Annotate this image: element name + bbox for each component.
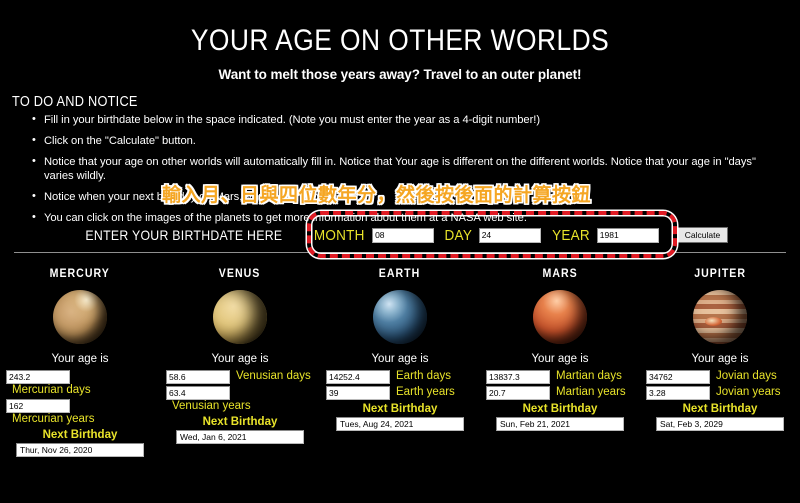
next-birthday-label: Next Birthday — [362, 403, 438, 415]
next-birthday-label: Next Birthday — [202, 416, 278, 428]
mars-planet-icon[interactable] — [533, 290, 587, 344]
days-value-input[interactable] — [486, 370, 550, 384]
year-input[interactable] — [596, 227, 659, 243]
day-input[interactable] — [478, 227, 541, 243]
list-item: You can click on the images of the plane… — [32, 210, 782, 225]
age-is-label: Your age is — [51, 353, 109, 365]
days-value-input[interactable] — [6, 370, 70, 384]
years-unit-label: Earth years — [396, 386, 455, 398]
next-birthday-label: Next Birthday — [522, 403, 598, 415]
age-is-label: Your age is — [211, 353, 269, 365]
age-is-label: Your age is — [371, 353, 429, 365]
planet-column-mercury: MERCURY Your age is Mercurian days Mercu… — [0, 268, 160, 457]
years-row: Venusian years — [166, 386, 314, 413]
years-row: Mercurian years — [6, 399, 154, 426]
planet-title: MARS — [542, 268, 578, 280]
list-item: Notice that your age on other worlds wil… — [32, 154, 782, 183]
planet-column-mars: MARS Your age is Martian days Martian ye… — [480, 268, 640, 457]
age-is-label: Your age is — [691, 353, 749, 365]
planet-column-venus: VENUS Your age is Venusian days Venusian… — [160, 268, 320, 457]
days-value-input[interactable] — [166, 370, 230, 384]
instruction-annotation: 輸入月、日與四位數年分，然後按後面的計算按鈕 — [162, 185, 592, 206]
next-birthday-input[interactable] — [336, 417, 464, 431]
age-is-label: Your age is — [531, 353, 589, 365]
days-row: Venusian days — [166, 370, 314, 384]
next-birthday-label: Next Birthday — [42, 429, 118, 441]
days-unit-label: Mercurian days — [12, 384, 91, 396]
years-row: Jovian years — [646, 386, 794, 400]
years-value-input[interactable] — [486, 386, 550, 400]
years-value-input[interactable] — [6, 399, 70, 413]
calculate-button[interactable]: Calculate — [676, 227, 729, 243]
section-divider — [14, 252, 786, 253]
years-unit-label: Mercurian years — [12, 413, 95, 425]
mercury-planet-icon[interactable] — [53, 290, 107, 344]
day-label: DAY — [444, 226, 473, 244]
days-row: Mercurian days — [6, 370, 154, 397]
days-value-input[interactable] — [326, 370, 390, 384]
planet-title: MERCURY — [49, 268, 111, 280]
planets-row: MERCURY Your age is Mercurian days Mercu… — [0, 268, 800, 457]
years-row: Earth years — [326, 386, 474, 400]
page-title: YOUR AGE ON OTHER WORLDS — [190, 24, 610, 57]
month-label: MONTH — [313, 226, 365, 244]
page-subtitle: Want to melt those years away? Travel to… — [218, 67, 582, 82]
years-row: Martian years — [486, 386, 634, 400]
next-birthday-label: Next Birthday — [682, 403, 758, 415]
next-birthday-input[interactable] — [16, 443, 144, 457]
years-value-input[interactable] — [646, 386, 710, 400]
planet-column-jupiter: JUPITER Your age is Jovian days Jovian y… — [640, 268, 800, 457]
planet-title: EARTH — [379, 268, 421, 280]
next-birthday-input[interactable] — [496, 417, 624, 431]
next-birthday-input[interactable] — [656, 417, 784, 431]
birthdate-entry-label: ENTER YOUR BIRTHDATE HERE — [85, 227, 283, 243]
earth-planet-icon[interactable] — [373, 290, 427, 344]
days-unit-label: Earth days — [396, 370, 451, 382]
planet-column-earth: EARTH Your age is Earth days Earth years… — [320, 268, 480, 457]
list-item: Fill in your birthdate below in the spac… — [32, 112, 782, 127]
years-unit-label: Jovian years — [716, 386, 781, 398]
page-root: YOUR AGE ON OTHER WORLDS Want to melt th… — [0, 0, 800, 503]
days-row: Jovian days — [646, 370, 794, 384]
years-unit-label: Martian years — [556, 386, 626, 398]
planet-title: JUPITER — [694, 268, 746, 280]
birthdate-entry-row: ENTER YOUR BIRTHDATE HERE MONTH DAY YEAR… — [0, 224, 800, 246]
days-row: Martian days — [486, 370, 634, 384]
days-unit-label: Martian days — [556, 370, 622, 382]
venus-planet-icon[interactable] — [213, 290, 267, 344]
planet-title: VENUS — [219, 268, 261, 280]
list-item: Click on the "Calculate" button. — [32, 133, 782, 148]
todo-list: Fill in your birthdate below in the spac… — [22, 112, 782, 232]
jupiter-planet-icon[interactable] — [693, 290, 747, 344]
year-label: YEAR — [551, 226, 590, 244]
month-input[interactable] — [372, 227, 435, 243]
years-unit-label: Venusian years — [172, 400, 251, 412]
days-row: Earth days — [326, 370, 474, 384]
days-value-input[interactable] — [646, 370, 710, 384]
years-value-input[interactable] — [326, 386, 390, 400]
todo-heading: TO DO AND NOTICE — [12, 93, 138, 110]
next-birthday-input[interactable] — [176, 430, 304, 444]
days-unit-label: Venusian days — [236, 370, 311, 382]
days-unit-label: Jovian days — [716, 370, 777, 382]
years-value-input[interactable] — [166, 386, 230, 400]
